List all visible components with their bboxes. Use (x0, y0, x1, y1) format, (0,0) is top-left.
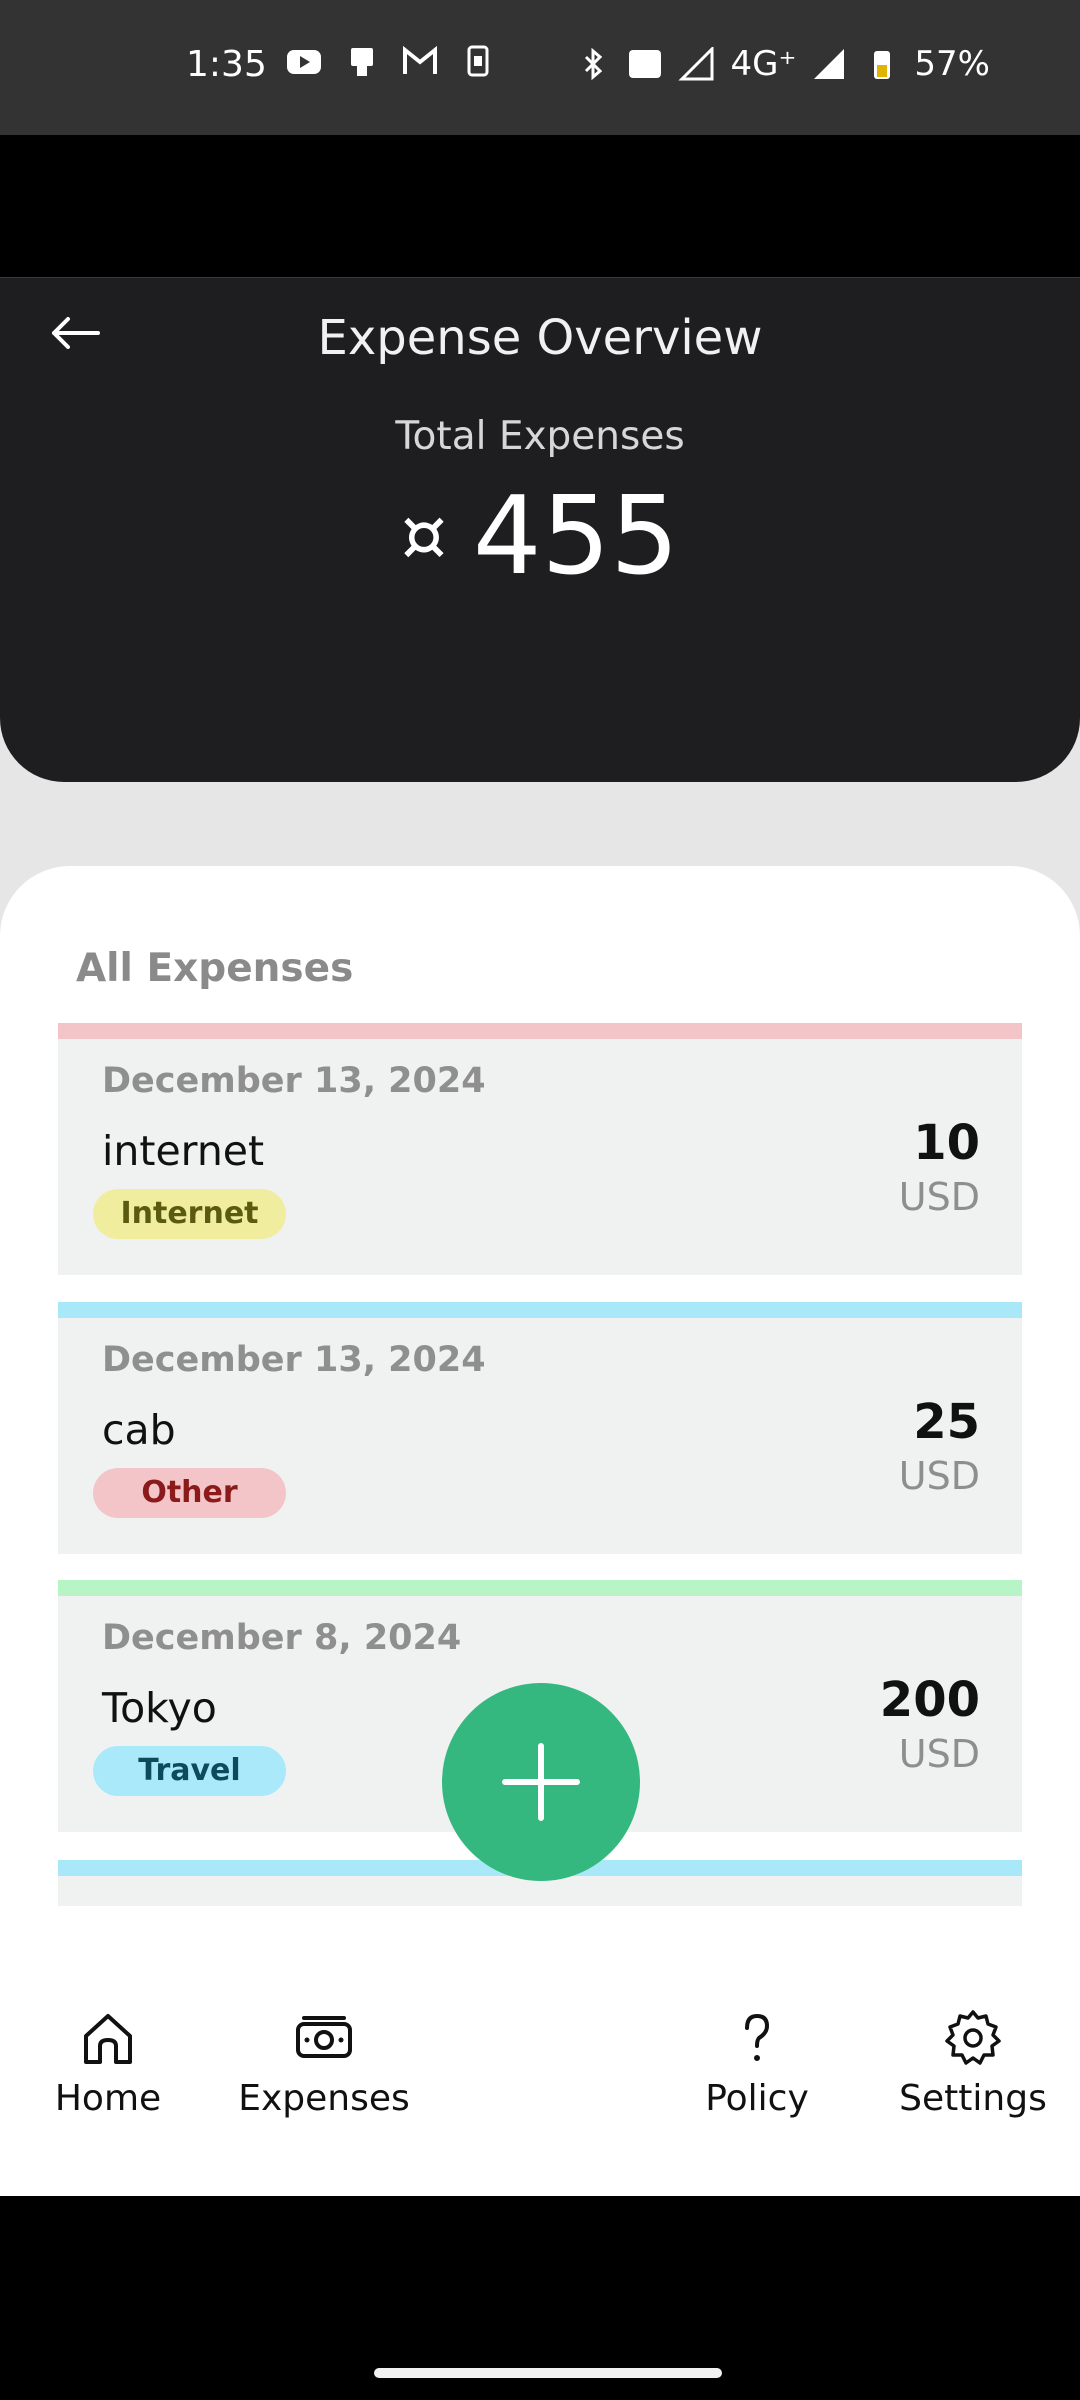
battery-level: 57% (914, 44, 990, 84)
category-stripe (58, 1023, 1022, 1039)
section-title: All Expenses (76, 946, 354, 991)
expense-name: cab (102, 1406, 176, 1454)
nav-policy-label: Policy (705, 2078, 809, 2119)
top-spacer (0, 135, 1080, 278)
category-stripe (58, 1580, 1022, 1596)
expense-name: internet (102, 1127, 265, 1175)
status-time: 1:35 (186, 44, 267, 85)
nav-home[interactable]: Home (0, 2008, 218, 2119)
total-expenses-value: ¤ 455 (0, 474, 1080, 599)
expense-currency: USD (898, 1732, 980, 1776)
cash-icon (296, 2016, 352, 2058)
expense-date: December 8, 2024 (102, 1618, 462, 1658)
battery-icon (874, 51, 891, 79)
category-tag: Internet (93, 1189, 286, 1239)
expense-amount: 200 (879, 1672, 980, 1728)
nav-expenses-label: Expenses (238, 2078, 410, 2119)
nav-expenses[interactable]: Expenses (214, 2008, 434, 2119)
page-title: Expense Overview (317, 310, 763, 366)
bottom-navigation: Home Expenses Policy Settings (0, 1928, 1080, 2196)
expense-date: December 13, 2024 (102, 1061, 486, 1101)
app-screen: Expense Overview Total Expenses ¤ 455 All… (0, 278, 1080, 2196)
overview-header: Expense Overview Total Expenses ¤ 455 (0, 278, 1080, 782)
device-icon (351, 48, 373, 76)
nav-settings[interactable]: Settings (863, 2008, 1080, 2119)
gear-icon (945, 2010, 1001, 2065)
signal-icon (814, 49, 845, 79)
nav-home-label: Home (54, 2078, 162, 2119)
sim-icon (467, 45, 489, 77)
youtube-icon (287, 50, 321, 74)
plus-icon (502, 1743, 580, 1821)
expense-currency: USD (898, 1175, 980, 1219)
category-stripe (58, 1302, 1022, 1318)
signal-icon (678, 47, 714, 81)
expense-amount: 25 (913, 1394, 980, 1450)
system-icons: 4G⁺ 57% (574, 44, 990, 84)
network-type: 4G⁺ (730, 44, 797, 84)
volte-icon (629, 50, 662, 78)
expense-card[interactable]: December 13, 2024 internet Internet 10 U… (58, 1023, 1022, 1275)
category-tag: Other (93, 1468, 286, 1518)
gmail-icon (403, 45, 437, 74)
expense-date: December 13, 2024 (102, 1340, 486, 1380)
expense-amount: 10 (913, 1115, 980, 1171)
nav-policy[interactable]: Policy (647, 2008, 867, 2119)
nav-settings-label: Settings (899, 2078, 1047, 2119)
expense-card[interactable]: December 13, 2024 cab Other 25 USD (58, 1302, 1022, 1554)
total-expenses-label: Total Expenses (395, 414, 685, 459)
notification-icons (285, 44, 497, 78)
total-amount: 455 (472, 474, 679, 599)
status-bar: 1:35 4G⁺ 57% (0, 0, 1080, 135)
bluetooth-icon (585, 47, 603, 81)
expense-name: Tokyo (102, 1684, 217, 1732)
home-indicator[interactable] (374, 2368, 722, 2378)
add-expense-button[interactable] (442, 1683, 640, 1881)
question-icon (745, 2013, 770, 2061)
currency-icon: ¤ (401, 493, 447, 578)
category-tag: Travel (93, 1746, 286, 1796)
expense-currency: USD (898, 1454, 980, 1498)
home-icon (84, 2014, 132, 2064)
